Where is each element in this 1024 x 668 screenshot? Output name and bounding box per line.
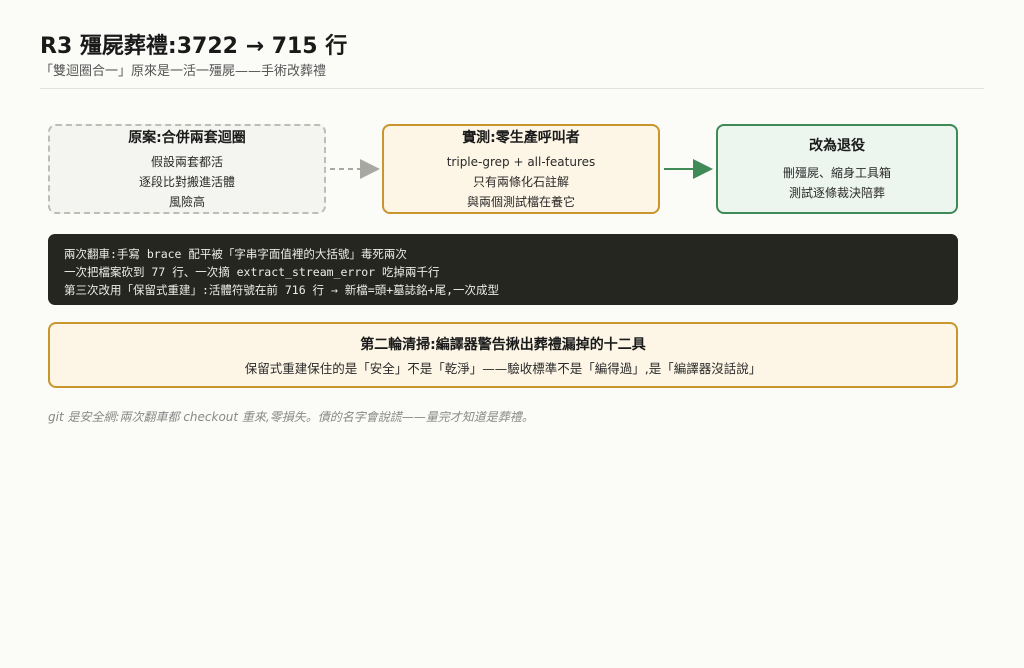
measured-line: 與兩個測試檔在養它: [466, 194, 575, 209]
terminal-line: 第三次改用「保留式重建」:活體符號在前 716 行 → 新檔=頭+墓誌銘+尾,一…: [64, 283, 500, 297]
page: R3 殭屍葬禮:3722 → 715 行 「雙迴圈合一」原來是一活一殭屍——手術…: [0, 0, 1024, 668]
retirement-title: 改為退役: [809, 138, 865, 154]
second-sweep-line: 保留式重建保住的是「安全」不是「乾淨」——驗收標準不是「編得過」,是「編譯器沒話…: [244, 360, 762, 376]
measured-title: 實測:零生產呼叫者: [462, 129, 580, 146]
terminal-line: 一次把檔案砍到 77 行、一次摘 extract_stream_error 吃掉…: [64, 265, 440, 279]
second-sweep-title: 第二輪清掃:編譯器警告揪出葬禮漏掉的十二具: [360, 336, 646, 353]
measured-box: 實測:零生產呼叫者 triple-grep + all-features 只有兩…: [382, 124, 660, 214]
original-plan-line: 逐段比對搬進活體: [138, 174, 235, 189]
original-plan-line: 風險高: [168, 194, 205, 209]
page-subtitle: 「雙迴圈合一」原來是一活一殭屍——手術改葬禮: [40, 64, 327, 79]
retirement-line: 測試逐條裁決陪葬: [788, 186, 885, 200]
measured-line: 只有兩條化石註解: [472, 174, 569, 189]
terminal-log: 兩次翻車:手寫 brace 配平被「字串字面值裡的大括號」毒死兩次 一次把檔案砍…: [48, 234, 958, 305]
page-title: R3 殭屍葬禮:3722 → 715 行: [40, 34, 348, 59]
header-divider: [40, 88, 984, 89]
original-plan-line: 假設兩套都活: [150, 154, 223, 169]
measured-line: triple-grep + all-features: [446, 154, 596, 169]
retirement-line: 刪殭屍、縮身工具箱: [782, 166, 891, 180]
footnote: git 是安全網:兩次翻車都 checkout 重來,零損失。債的名字會說謊——…: [48, 410, 534, 424]
retirement-box: 改為退役 刪殭屍、縮身工具箱 測試逐條裁決陪葬: [716, 124, 958, 214]
original-plan-box: 原案:合併兩套迴圈 假設兩套都活 逐段比對搬進活體 風險高: [48, 124, 326, 214]
original-plan-title: 原案:合併兩套迴圈: [128, 129, 246, 146]
second-sweep-box: 第二輪清掃:編譯器警告揪出葬禮漏掉的十二具 保留式重建保住的是「安全」不是「乾淨…: [48, 322, 958, 388]
terminal-line: 兩次翻車:手寫 brace 配平被「字串字面值裡的大括號」毒死兩次: [64, 247, 407, 261]
